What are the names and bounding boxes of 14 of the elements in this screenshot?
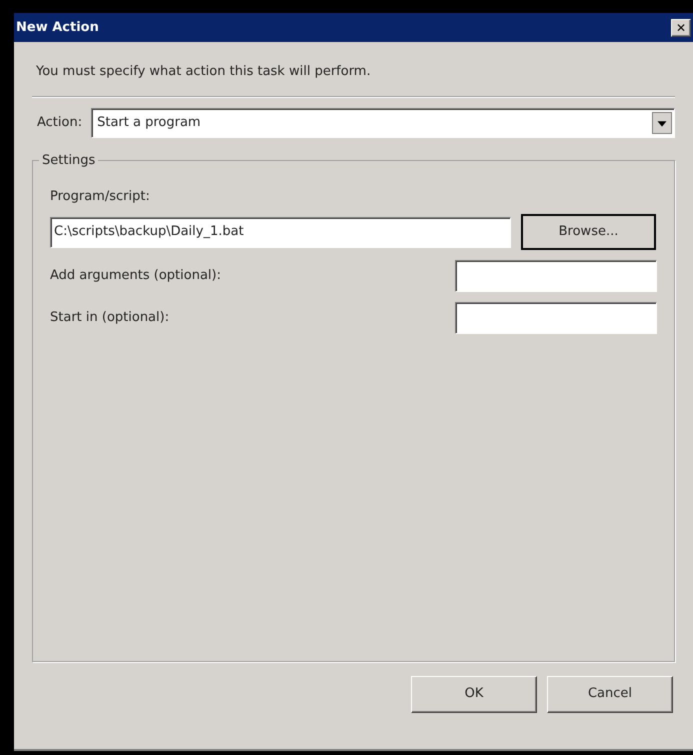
field-label: Start in (optional):	[50, 309, 170, 328]
dialog-button[interactable]: Cancel	[547, 676, 673, 712]
action-dropdown[interactable]: Start a program	[91, 108, 675, 138]
close-button[interactable]: ✕	[671, 18, 691, 36]
action-label: Action:	[37, 114, 82, 132]
window-title: New Action	[16, 18, 99, 37]
program-input[interactable]: C:\scripts\backup\Daily_1.bat	[50, 216, 511, 248]
dialog-button[interactable]: OK	[411, 676, 537, 712]
browse-button[interactable]: Browse...	[521, 214, 656, 250]
program-label: Program/script:	[50, 188, 151, 206]
input-field[interactable]	[455, 260, 657, 292]
input-field[interactable]	[455, 302, 657, 334]
instruction-text: You must specify what action this task will perform.	[35, 63, 372, 81]
field-label: Add arguments (optional):	[50, 267, 221, 286]
